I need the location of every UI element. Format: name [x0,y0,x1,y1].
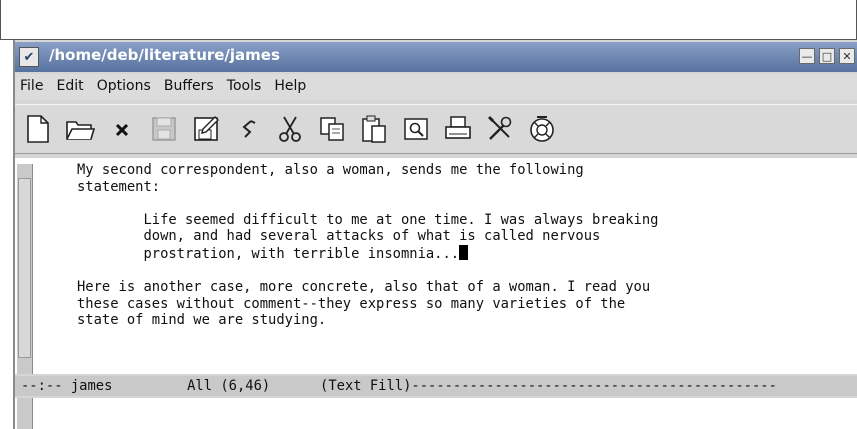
window-title: /home/deb/literature/james [49,46,280,64]
minimize-button[interactable]: — [799,48,815,64]
print-icon[interactable] [443,113,473,145]
search-icon[interactable] [401,113,431,145]
text-line-with-cursor: prostration, with terrible insomnia... [77,244,658,263]
menu-options[interactable]: Options [92,74,154,94]
mode-line: --:-- james All (6,46) (Text Fill)------… [15,376,857,396]
undo-icon[interactable] [233,113,263,145]
menu-tools[interactable]: Tools [222,74,265,94]
title-bar[interactable]: ✔ /home/deb/literature/james — □ ✕ [15,42,857,72]
paste-icon[interactable] [359,113,389,145]
toolbar [15,104,857,154]
open-folder-icon[interactable] [65,113,96,145]
menu-buffers[interactable]: Buffers [159,74,217,94]
buffer-text[interactable]: My second correspondent, also a woman, s… [77,162,658,329]
text-line: down, and had several attacks of what is… [77,228,601,245]
menu-help[interactable]: Help [269,74,309,94]
vertical-scrollbar[interactable] [17,164,33,374]
maximize-icon: □ [821,49,833,63]
window-menu-button[interactable]: ✔ [19,47,39,67]
minibuffer[interactable] [15,398,857,429]
save-as-icon[interactable] [191,113,221,145]
text-line: state of mind we are studying. [77,312,327,329]
menu-edit[interactable]: Edit [52,74,87,94]
text-line [77,195,658,212]
preferences-icon[interactable] [485,113,515,145]
desktop-background-strip [0,0,857,40]
text-line: My second correspondent, also a woman, s… [77,162,584,178]
emacs-window: ✔ /home/deb/literature/james — □ ✕ File … [13,40,857,429]
save-icon[interactable] [149,113,179,145]
menu-file[interactable]: File [15,74,46,94]
minimize-icon: — [801,49,813,63]
editor-buffer[interactable]: My second correspondent, also a woman, s… [15,158,857,374]
copy-icon[interactable] [317,113,347,145]
text-cursor [459,244,469,260]
minibuffer-scrollbar[interactable] [17,398,33,429]
maximize-button[interactable]: □ [819,48,835,64]
text-line: Here is another case, more concrete, als… [77,279,651,296]
text-line: Life seemed difficult to me at one time.… [77,211,659,228]
text-line: these cases without comment--they expres… [77,295,626,312]
close-icon: ✕ [842,49,852,63]
scrollbar-thumb[interactable] [18,178,31,358]
help-icon[interactable] [527,113,557,145]
text-line: prostration, with terrible insomnia... [77,245,460,262]
close-window-button[interactable]: ✕ [839,48,855,64]
cut-icon[interactable] [275,113,305,145]
close-icon[interactable] [107,113,137,145]
chevron-down-icon: ✔ [23,49,35,65]
new-file-icon[interactable] [23,113,53,145]
text-line [77,263,658,280]
text-line: statement: [77,178,161,195]
menu-bar: File Edit Options Buffers Tools Help [15,74,857,100]
